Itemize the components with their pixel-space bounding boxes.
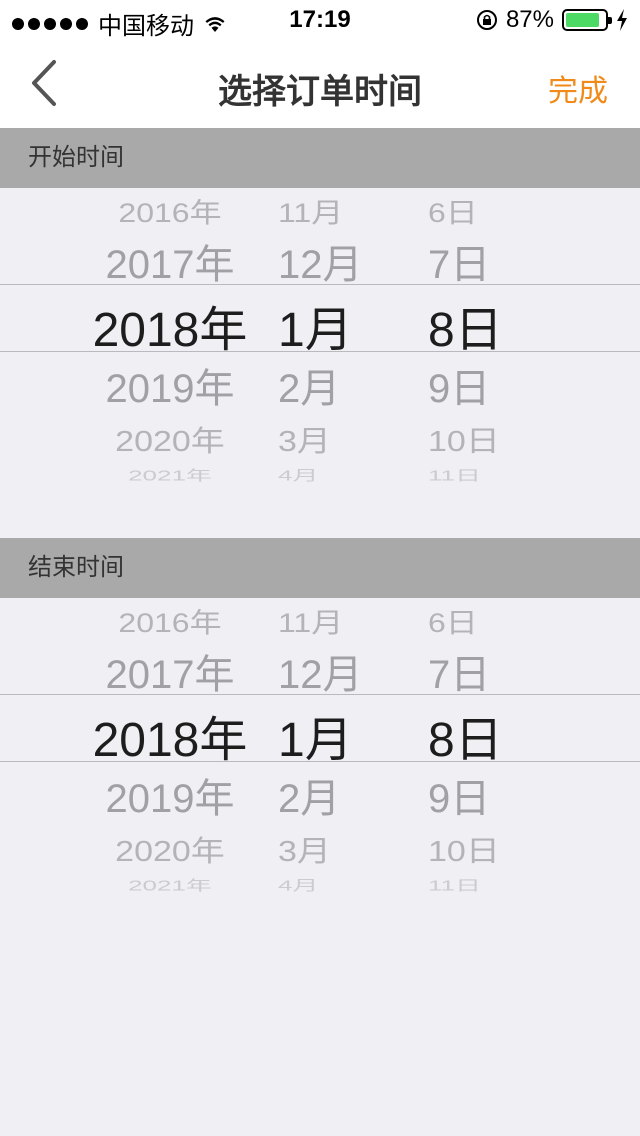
picker-option[interactable]: 11日 bbox=[410, 874, 530, 894]
picker-option[interactable]: 7日 bbox=[410, 232, 530, 290]
year-column[interactable]: 2016年 2017年 2018年 2019年 2020年 2021年 bbox=[80, 598, 260, 898]
picker-option[interactable]: 11月 bbox=[260, 601, 380, 640]
month-column[interactable]: 11月 12月 1月 2月 3月 4月 bbox=[260, 188, 380, 488]
month-column[interactable]: 11月 12月 1月 2月 3月 4月 bbox=[260, 598, 380, 898]
page-title: 选择订单时间 bbox=[218, 73, 422, 111]
picker-option[interactable]: 6日 bbox=[410, 601, 530, 640]
picker-option[interactable]: 10日 bbox=[410, 828, 530, 870]
done-button[interactable]: 完成 bbox=[548, 66, 608, 110]
start-date-picker[interactable]: 2016年 2017年 2018年 2019年 2020年 2021年 11月 … bbox=[0, 188, 640, 488]
battery-percent: 87% bbox=[505, 6, 554, 33]
selected-month[interactable]: 1月 bbox=[260, 700, 380, 770]
picker-option[interactable]: 4月 bbox=[260, 874, 380, 894]
year-column[interactable]: 2016年 2017年 2018年 2019年 2020年 2021年 bbox=[80, 188, 260, 488]
picker-option[interactable]: 7日 bbox=[410, 642, 530, 700]
selected-day[interactable]: 8日 bbox=[410, 290, 530, 360]
battery-icon bbox=[562, 9, 612, 31]
picker-option[interactable]: 4月 bbox=[260, 464, 380, 484]
rotation-lock-icon bbox=[476, 10, 497, 30]
nav-bar: 选择订单时间 完成 bbox=[0, 40, 640, 129]
battery-level-fill bbox=[566, 13, 600, 27]
status-bar: 中国移动 17:19 87% bbox=[0, 0, 640, 40]
picker-option[interactable]: 9日 bbox=[410, 356, 530, 414]
picker-option[interactable]: 2月 bbox=[260, 356, 380, 414]
day-column[interactable]: 6日 7日 8日 9日 10日 11日 bbox=[410, 598, 530, 898]
picker-option[interactable]: 3月 bbox=[260, 418, 380, 460]
end-date-picker[interactable]: 2016年 2017年 2018年 2019年 2020年 2021年 11月 … bbox=[0, 598, 640, 898]
selected-year[interactable]: 2018年 bbox=[80, 290, 260, 360]
picker-option[interactable]: 2016年 bbox=[80, 601, 260, 640]
picker-option[interactable]: 2020年 bbox=[80, 418, 260, 460]
picker-option[interactable]: 12月 bbox=[260, 642, 380, 700]
picker-option[interactable]: 2019年 bbox=[80, 766, 260, 824]
picker-option[interactable]: 11日 bbox=[410, 464, 530, 484]
picker-option[interactable]: 2月 bbox=[260, 766, 380, 824]
picker-option[interactable]: 2016年 bbox=[80, 191, 260, 230]
picker-option[interactable]: 3月 bbox=[260, 828, 380, 870]
picker-option[interactable]: 12月 bbox=[260, 232, 380, 290]
picker-option[interactable]: 2021年 bbox=[80, 464, 260, 484]
picker-option[interactable]: 6日 bbox=[410, 191, 530, 230]
selected-year[interactable]: 2018年 bbox=[80, 700, 260, 770]
start-time-header: 开始时间 bbox=[0, 128, 640, 188]
picker-option[interactable]: 2017年 bbox=[80, 642, 260, 700]
picker-option[interactable]: 2017年 bbox=[80, 232, 260, 290]
picker-option[interactable]: 2021年 bbox=[80, 874, 260, 894]
day-column[interactable]: 6日 7日 8日 9日 10日 11日 bbox=[410, 188, 530, 488]
selected-month[interactable]: 1月 bbox=[260, 290, 380, 360]
picker-option[interactable]: 11月 bbox=[260, 191, 380, 230]
picker-option[interactable]: 2020年 bbox=[80, 828, 260, 870]
end-time-header: 结束时间 bbox=[0, 538, 640, 598]
selected-day[interactable]: 8日 bbox=[410, 700, 530, 770]
picker-option[interactable]: 10日 bbox=[410, 418, 530, 460]
picker-option[interactable]: 2019年 bbox=[80, 356, 260, 414]
status-bar-right: 87% bbox=[476, 6, 628, 34]
charging-icon bbox=[617, 9, 627, 31]
picker-option[interactable]: 9日 bbox=[410, 766, 530, 824]
